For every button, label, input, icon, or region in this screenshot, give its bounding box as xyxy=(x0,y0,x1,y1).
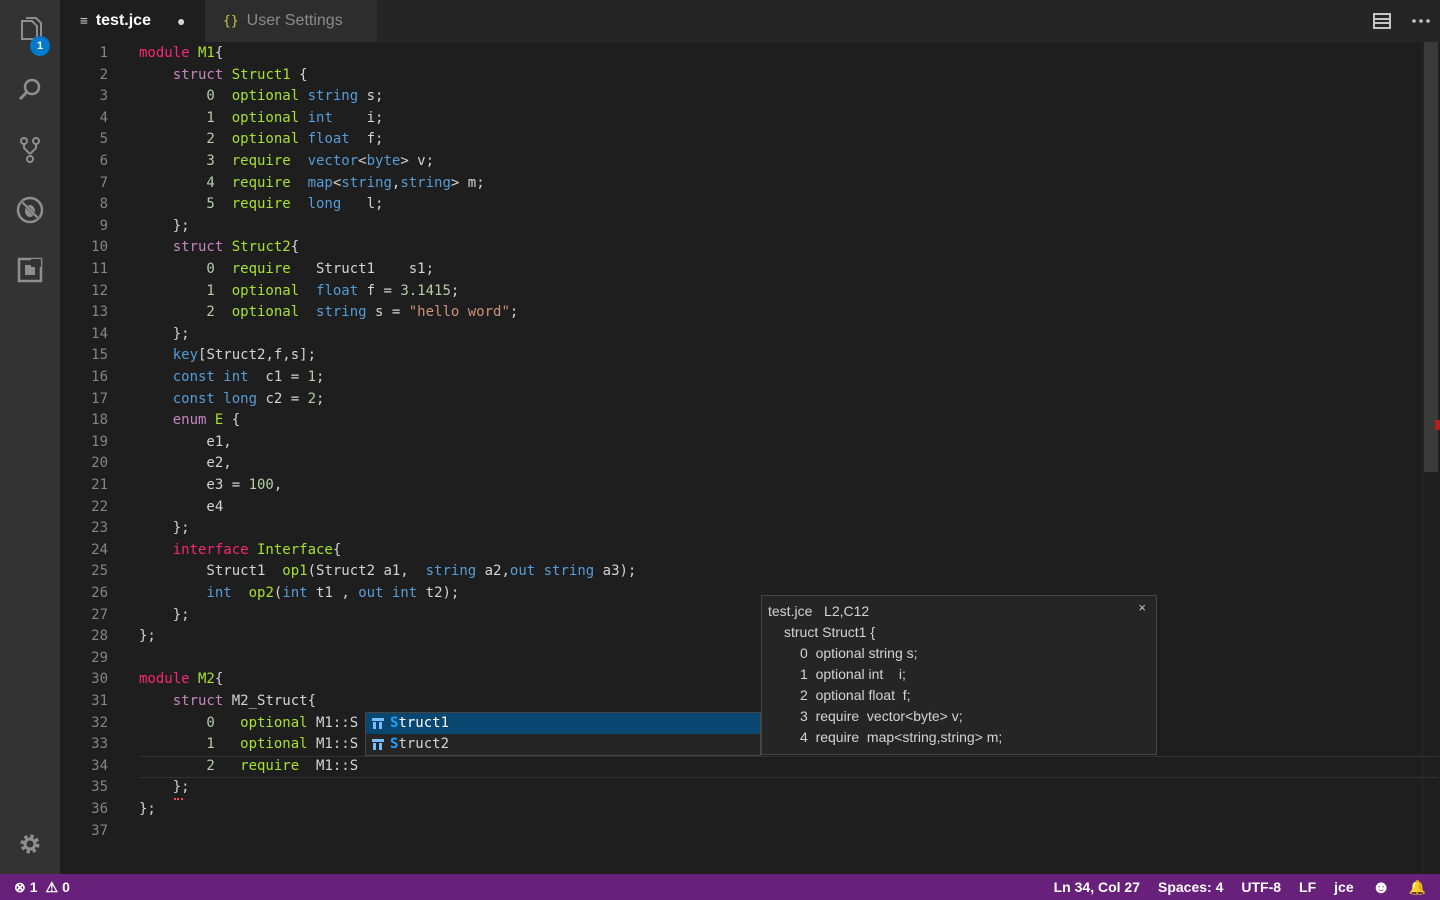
suggestion-item[interactable]: Struct1 xyxy=(366,713,760,734)
extensions-button[interactable] xyxy=(0,245,60,295)
status-bar: ⊗ 1 ⚠ 0 Ln 34, Col 27 Spaces: 4 UTF-8 LF… xyxy=(0,874,1440,900)
code-line: e3 = 100, xyxy=(139,477,283,493)
editor-actions xyxy=(1362,0,1440,42)
code-line: 0 require Struct1 s1; xyxy=(139,261,435,277)
code-line: }; xyxy=(139,218,190,234)
details-header: test.jce L2,C12 xyxy=(768,603,870,619)
code-line: struct M2_Struct{ xyxy=(139,693,317,709)
error-count: 1 xyxy=(29,879,38,895)
code-line: key[Struct2,f,s]; xyxy=(139,347,317,363)
code-line: interface Interface{ xyxy=(139,542,342,558)
suggestion-details: test.jce L2,C12 × struct Struct1 { 0 opt… xyxy=(761,595,1157,755)
error-icon: ⊗ xyxy=(14,878,26,895)
details-line: 1 optional int i; xyxy=(800,666,906,682)
tab-test-jce[interactable]: ≡ test.jce ● xyxy=(60,0,205,42)
code-line: }; xyxy=(139,520,190,536)
code-line: Struct1 op1(Struct2 a1, string a2,out st… xyxy=(139,563,637,579)
code-line: 1 optional float f = 3.1415; xyxy=(139,283,460,299)
split-editor-button[interactable] xyxy=(1362,13,1401,29)
tab-user-settings[interactable]: {} User Settings xyxy=(205,0,377,42)
problems-indicator[interactable]: ⊗ 1 ⚠ 0 xyxy=(14,874,70,900)
code-line: }; xyxy=(139,779,190,795)
status-right: Ln 34, Col 27 Spaces: 4 UTF-8 LF jce ☻ 🔔 xyxy=(1036,874,1426,900)
code-line: }; xyxy=(139,607,190,623)
code-line: module M1{ xyxy=(139,45,224,61)
search-icon xyxy=(18,78,41,101)
close-icon[interactable]: × xyxy=(1138,600,1146,615)
tab-label: User Settings xyxy=(246,12,343,29)
vertical-scrollbar[interactable] xyxy=(1422,42,1440,874)
error-squiggle xyxy=(174,795,183,800)
language-mode[interactable]: jce xyxy=(1334,879,1353,895)
details-line: 3 require vector<byte> v; xyxy=(800,708,963,724)
code-line: 0 optional string s; xyxy=(139,88,384,104)
code-line: enum E { xyxy=(139,412,241,428)
error-marker xyxy=(1435,420,1440,430)
struct-icon xyxy=(372,718,384,729)
code-line: 1 optional int i; xyxy=(139,110,384,126)
explorer-badge: 1 xyxy=(30,36,50,56)
extensions-icon xyxy=(17,257,43,283)
details-line: 2 optional float f; xyxy=(800,687,911,703)
code-line: const long c2 = 2; xyxy=(139,391,325,407)
bell-icon[interactable]: 🔔 xyxy=(1409,879,1426,896)
file-icon: ≡ xyxy=(80,13,88,29)
indentation[interactable]: Spaces: 4 xyxy=(1158,879,1223,895)
suggestion-item[interactable]: Struct2 xyxy=(366,734,760,755)
explorer-button[interactable]: 1 xyxy=(0,5,60,56)
code-line: 2 require M1::S xyxy=(139,758,359,774)
end-of-line[interactable]: LF xyxy=(1299,879,1316,895)
json-icon: {} xyxy=(223,13,239,29)
code-line: }; xyxy=(139,326,190,342)
code-line: int op2(int t1 , out int t2); xyxy=(206,585,460,601)
split-editor-icon xyxy=(1372,13,1391,29)
details-line: 4 require map<string,string> m; xyxy=(800,729,1003,745)
code-line: e4 xyxy=(139,499,224,515)
code-line: }; xyxy=(139,801,156,817)
details-line: struct Struct1 { xyxy=(784,624,876,640)
code-line: 4 require map<string,string> m; xyxy=(139,175,485,191)
tab-bar: ≡ test.jce ● {} User Settings xyxy=(60,0,1440,42)
debug-icon xyxy=(16,196,44,224)
code-line: module M2{ xyxy=(139,671,224,687)
settings-button[interactable] xyxy=(0,819,60,869)
code-line: 2 optional float f; xyxy=(139,131,384,147)
activity-bar: 1 xyxy=(0,0,60,874)
feedback-icon[interactable]: ☻ xyxy=(1372,877,1391,898)
code-line: struct Struct1 { xyxy=(139,67,308,83)
warning-icon: ⚠ xyxy=(45,878,59,895)
code-line: 2 optional string s = "hello word"; xyxy=(139,304,519,320)
tab-label: test.jce xyxy=(95,12,151,29)
debug-button[interactable] xyxy=(0,185,60,235)
code-line: 3 require vector<byte> v; xyxy=(139,153,435,169)
more-actions-button[interactable] xyxy=(1401,19,1440,23)
struct-icon xyxy=(372,739,384,750)
code-line: }; xyxy=(139,628,156,644)
cursor-position[interactable]: Ln 34, Col 27 xyxy=(1054,879,1140,895)
code-line: const int c1 = 1; xyxy=(139,369,325,385)
gear-icon xyxy=(20,834,40,854)
encoding[interactable]: UTF-8 xyxy=(1241,879,1281,895)
details-line: 0 optional string s; xyxy=(800,645,918,661)
scrollbar-thumb[interactable] xyxy=(1424,42,1438,472)
code-line: 5 require long l; xyxy=(139,196,384,212)
search-button[interactable] xyxy=(0,65,60,115)
code-line: e1, xyxy=(139,434,232,450)
warning-count: 0 xyxy=(62,879,70,895)
more-icon xyxy=(1411,19,1430,23)
source-control-button[interactable] xyxy=(0,125,60,175)
code-line: struct Struct2{ xyxy=(139,239,300,255)
code-line: e2, xyxy=(139,455,232,471)
suggest-widget: Struct1 Struct2 xyxy=(365,712,761,756)
source-control-icon xyxy=(20,137,40,163)
dirty-indicator[interactable]: ● xyxy=(177,13,185,29)
